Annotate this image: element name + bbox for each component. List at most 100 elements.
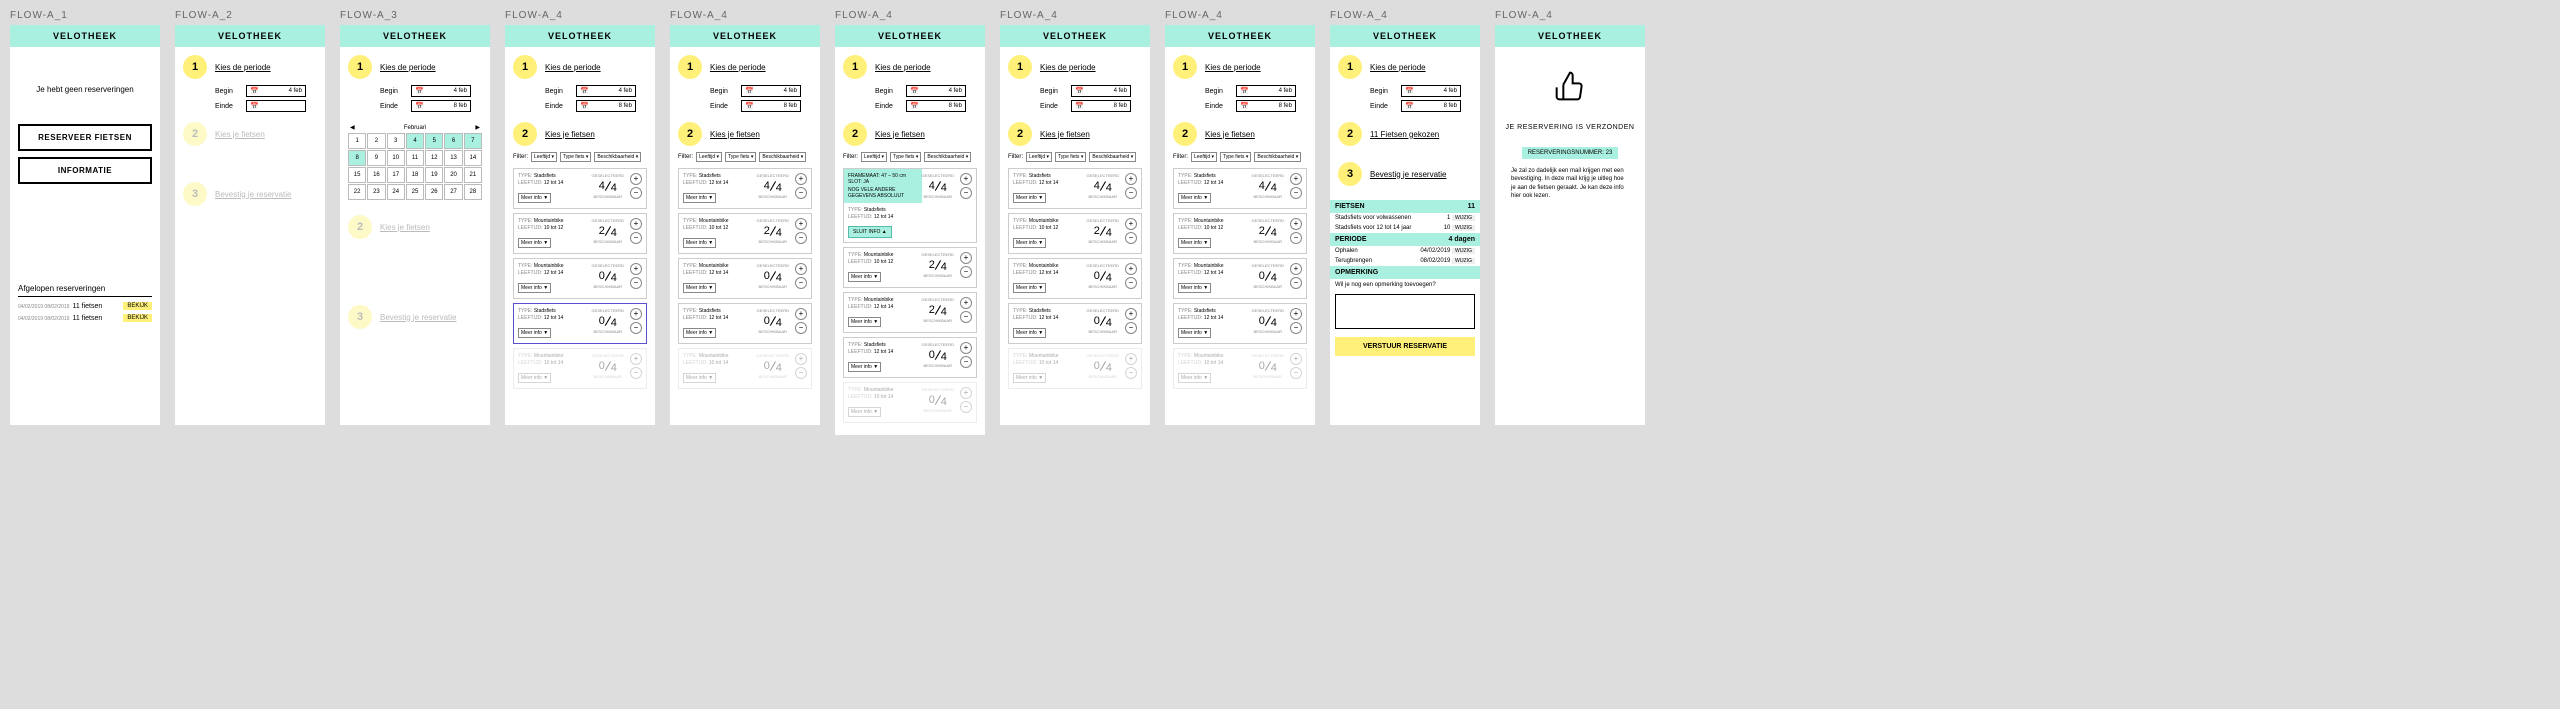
filter-type[interactable]: Type fiets ▾ xyxy=(560,152,591,162)
filter-beschikbaarheid[interactable]: Beschikbaarheid ▾ xyxy=(1089,152,1136,162)
plus-button[interactable]: + xyxy=(1290,263,1302,275)
cal-day[interactable]: 21 xyxy=(464,167,482,183)
plus-button[interactable]: + xyxy=(795,173,807,185)
cal-day[interactable]: 19 xyxy=(425,167,443,183)
minus-button[interactable]: − xyxy=(960,311,972,323)
begin-input[interactable]: 📅4 feb xyxy=(411,85,471,97)
cal-day[interactable]: 15 xyxy=(348,167,366,183)
filter-beschikbaarheid[interactable]: Beschikbaarheid ▾ xyxy=(924,152,971,162)
plus-button[interactable]: + xyxy=(630,308,642,320)
meer-info-button[interactable]: Meer info ▼ xyxy=(683,283,716,293)
filter-leeftijd[interactable]: Leeftijd ▾ xyxy=(531,152,557,162)
plus-button[interactable]: + xyxy=(795,263,807,275)
cal-day[interactable]: 6 xyxy=(444,133,462,149)
cal-day[interactable]: 14 xyxy=(464,150,482,166)
cal-day[interactable]: 11 xyxy=(406,150,424,166)
info-button[interactable]: INFORMATIE xyxy=(18,157,152,184)
cal-day[interactable]: 22 xyxy=(348,184,366,200)
sluit-info-button[interactable]: SLUIT INFO ▲ xyxy=(848,226,892,238)
minus-button[interactable]: − xyxy=(630,322,642,334)
cal-next[interactable]: ▶ xyxy=(475,124,480,131)
minus-button[interactable]: − xyxy=(630,187,642,199)
einde-input[interactable]: 📅8 feb xyxy=(741,100,801,112)
meer-info-button[interactable]: Meer info ▼ xyxy=(1013,238,1046,248)
filter-beschikbaarheid[interactable]: Beschikbaarheid ▾ xyxy=(759,152,806,162)
filter-type[interactable]: Type fiets ▾ xyxy=(1055,152,1086,162)
filter-leeftijd[interactable]: Leeftijd ▾ xyxy=(861,152,887,162)
filter-leeftijd[interactable]: Leeftijd ▾ xyxy=(696,152,722,162)
filter-beschikbaarheid[interactable]: Beschikbaarheid ▾ xyxy=(594,152,641,162)
meer-info-button[interactable]: Meer info ▼ xyxy=(848,317,881,327)
einde-input[interactable]: 📅 xyxy=(246,100,306,112)
begin-input[interactable]: 📅4 feb xyxy=(576,85,636,97)
begin-input[interactable]: 📅4 feb xyxy=(246,85,306,97)
meer-info-button[interactable]: Meer info ▼ xyxy=(1013,193,1046,203)
plus-button[interactable]: + xyxy=(1125,308,1137,320)
plus-button[interactable]: + xyxy=(1125,353,1137,365)
plus-button[interactable]: + xyxy=(1290,218,1302,230)
plus-button[interactable]: + xyxy=(960,173,972,185)
plus-button[interactable]: + xyxy=(1125,218,1137,230)
meer-info-button[interactable]: Meer info ▼ xyxy=(848,407,881,417)
cal-day[interactable]: 23 xyxy=(367,184,385,200)
minus-button[interactable]: − xyxy=(1290,232,1302,244)
filter-type[interactable]: Type fiets ▾ xyxy=(725,152,756,162)
filter-type[interactable]: Type fiets ▾ xyxy=(890,152,921,162)
minus-button[interactable]: − xyxy=(1125,322,1137,334)
send-button[interactable]: VERSTUUR RESERVATIE xyxy=(1335,337,1475,356)
cal-prev[interactable]: ◀ xyxy=(350,124,355,131)
cal-day[interactable]: 10 xyxy=(387,150,405,166)
plus-button[interactable]: + xyxy=(630,173,642,185)
bekijk-button[interactable]: BEKIJK xyxy=(123,302,152,310)
wijzig-button[interactable]: WIJZIG xyxy=(1452,225,1475,231)
wijzig-button[interactable]: WIJZIG xyxy=(1452,258,1475,264)
begin-input[interactable]: 📅4 feb xyxy=(741,85,801,97)
minus-button[interactable]: − xyxy=(960,187,972,199)
meer-info-button[interactable]: Meer info ▼ xyxy=(518,193,551,203)
comment-input[interactable] xyxy=(1335,294,1475,329)
minus-button[interactable]: − xyxy=(630,367,642,379)
cal-day[interactable]: 7 xyxy=(464,133,482,149)
plus-button[interactable]: + xyxy=(1125,173,1137,185)
plus-button[interactable]: + xyxy=(630,218,642,230)
cal-day[interactable]: 9 xyxy=(367,150,385,166)
wijzig-button[interactable]: WIJZIG xyxy=(1452,248,1475,254)
meer-info-button[interactable]: Meer info ▼ xyxy=(848,362,881,372)
cal-day[interactable]: 2 xyxy=(367,133,385,149)
plus-button[interactable]: + xyxy=(1290,308,1302,320)
plus-button[interactable]: + xyxy=(630,263,642,275)
plus-button[interactable]: + xyxy=(1290,353,1302,365)
meer-info-button[interactable]: Meer info ▼ xyxy=(683,328,716,338)
cal-day[interactable]: 27 xyxy=(444,184,462,200)
einde-input[interactable]: 📅8 feb xyxy=(906,100,966,112)
minus-button[interactable]: − xyxy=(1125,232,1137,244)
meer-info-button[interactable]: Meer info ▼ xyxy=(518,328,551,338)
plus-button[interactable]: + xyxy=(960,387,972,399)
meer-info-button[interactable]: Meer info ▼ xyxy=(683,238,716,248)
meer-info-button[interactable]: Meer info ▼ xyxy=(1178,238,1211,248)
filter-type[interactable]: Type fiets ▾ xyxy=(1220,152,1251,162)
cal-day[interactable]: 8 xyxy=(348,150,366,166)
meer-info-button[interactable]: Meer info ▼ xyxy=(1013,283,1046,293)
einde-input[interactable]: 📅8 feb xyxy=(1236,100,1296,112)
plus-button[interactable]: + xyxy=(795,308,807,320)
minus-button[interactable]: − xyxy=(1290,277,1302,289)
minus-button[interactable]: − xyxy=(1125,187,1137,199)
minus-button[interactable]: − xyxy=(1290,367,1302,379)
filter-leeftijd[interactable]: Leeftijd ▾ xyxy=(1191,152,1217,162)
cal-day[interactable]: 16 xyxy=(367,167,385,183)
minus-button[interactable]: − xyxy=(795,232,807,244)
meer-info-button[interactable]: Meer info ▼ xyxy=(683,193,716,203)
meer-info-button[interactable]: Meer info ▼ xyxy=(1178,283,1211,293)
cal-day[interactable]: 5 xyxy=(425,133,443,149)
cal-day[interactable]: 3 xyxy=(387,133,405,149)
filter-beschikbaarheid[interactable]: Beschikbaarheid ▾ xyxy=(1254,152,1301,162)
bekijk-button[interactable]: BEKIJK xyxy=(123,314,152,322)
meer-info-button[interactable]: Meer info ▼ xyxy=(518,373,551,383)
minus-button[interactable]: − xyxy=(795,277,807,289)
meer-info-button[interactable]: Meer info ▼ xyxy=(1013,328,1046,338)
cal-day[interactable]: 4 xyxy=(406,133,424,149)
cal-day[interactable]: 20 xyxy=(444,167,462,183)
cal-day[interactable]: 28 xyxy=(464,184,482,200)
minus-button[interactable]: − xyxy=(795,322,807,334)
